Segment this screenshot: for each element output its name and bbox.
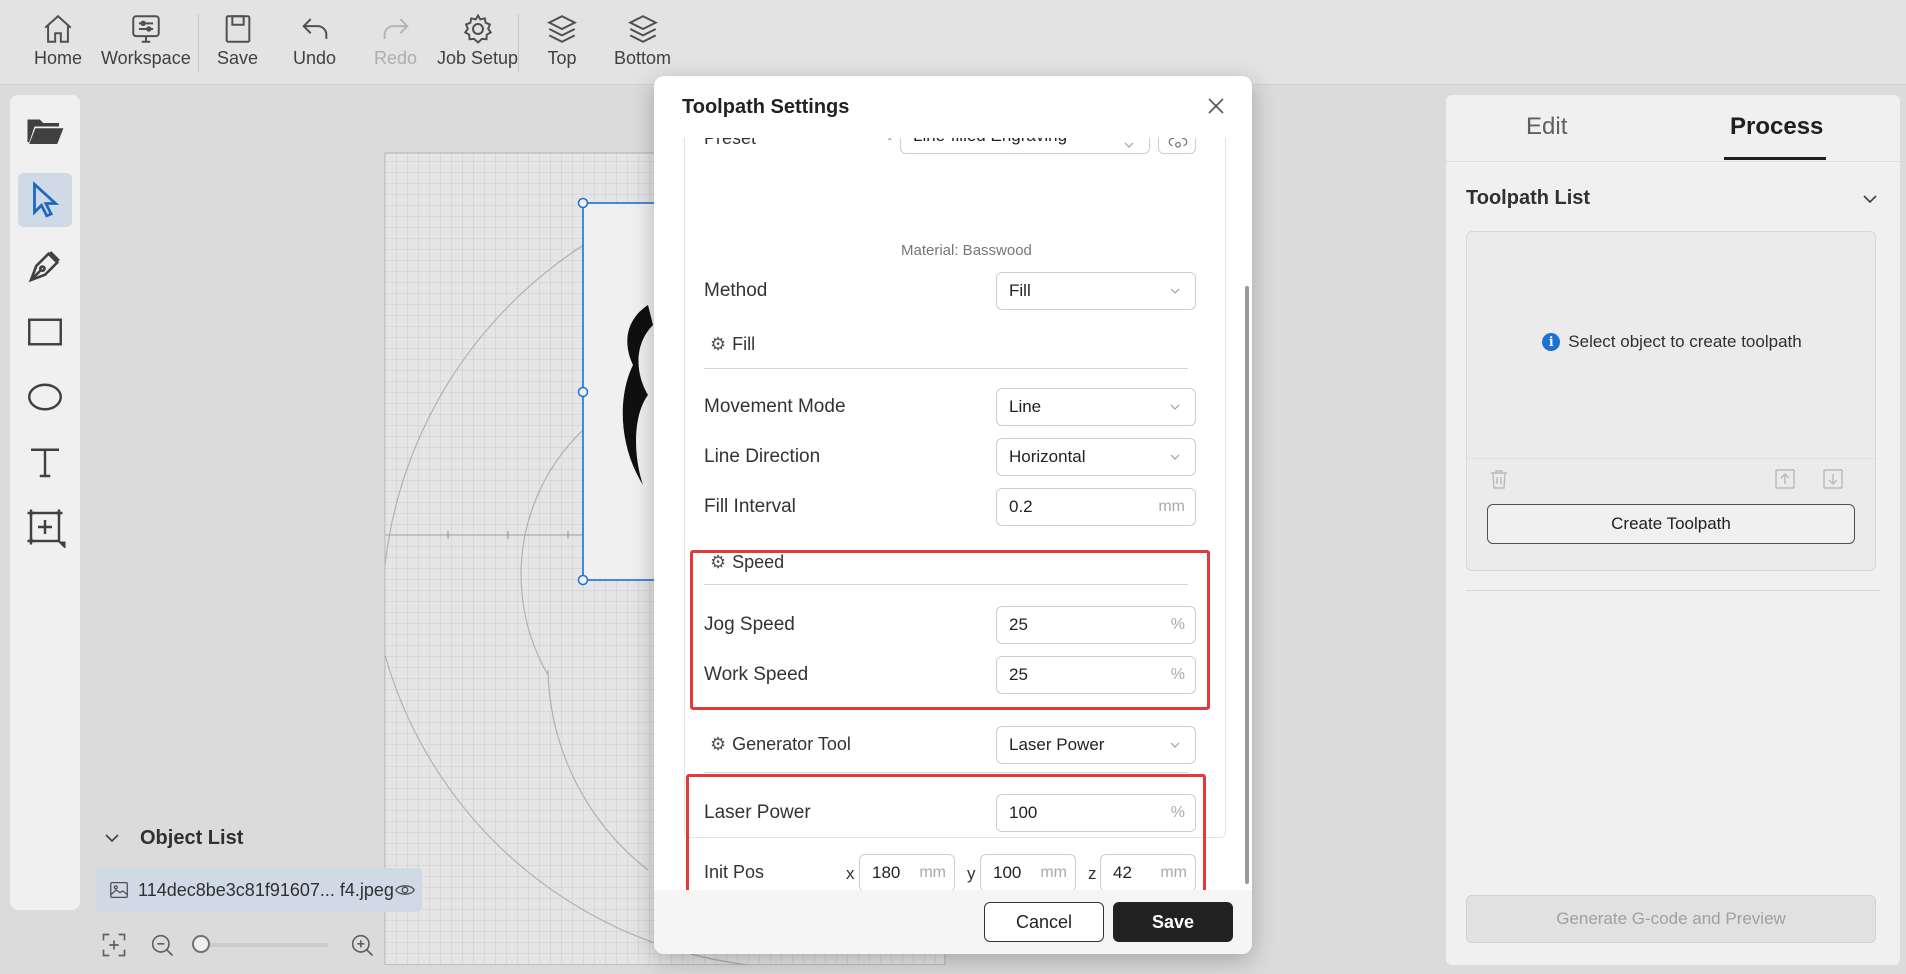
chevron-down-icon: [1170, 288, 1180, 294]
movement-mode-select[interactable]: Line: [996, 388, 1196, 426]
chevron-down-icon: [1170, 454, 1180, 460]
preset-select[interactable]: Line-filled Engraving: [900, 138, 1150, 154]
gear-icon: ⚙: [710, 334, 727, 354]
fill-interval-label: Fill Interval: [704, 496, 796, 517]
jog-speed-label: Jog Speed: [704, 614, 795, 635]
fill-interval-input[interactable]: 0.2 mm: [996, 488, 1196, 526]
cloud-settings-icon: [1168, 138, 1188, 148]
chevron-down-icon: [1170, 404, 1180, 410]
generator-tool-section-header: ⚙ Generator Tool: [710, 734, 851, 754]
method-select[interactable]: Fill: [996, 272, 1196, 310]
cancel-button[interactable]: Cancel: [984, 902, 1104, 942]
toolpath-settings-dialog: Toolpath Settings Preset * Line-filled E…: [654, 76, 1252, 954]
movement-mode-label: Movement Mode: [704, 396, 846, 417]
section-divider: [704, 772, 1188, 773]
dialog-body[interactable]: Preset * Line-filled Engraving Material:…: [654, 138, 1252, 890]
speed-section-header: ⚙ Speed: [710, 552, 785, 572]
jog-speed-input[interactable]: 25 %: [996, 606, 1196, 644]
section-divider: [704, 368, 1188, 369]
dialog-footer: Cancel Save: [654, 890, 1252, 954]
dialog-scrollbar[interactable]: [1245, 286, 1249, 884]
init-pos-label: Init Pos: [704, 862, 765, 882]
z-axis-label: z: [1088, 864, 1097, 883]
chevron-down-icon: [1124, 142, 1134, 148]
gear-icon: ⚙: [710, 552, 727, 572]
material-note: Material: Basswood: [901, 242, 1032, 259]
generator-tool-select[interactable]: Laser Power: [996, 726, 1196, 764]
fill-section-header: ⚙ Fill: [710, 334, 756, 354]
line-direction-label: Line Direction: [704, 446, 821, 467]
section-divider: [704, 584, 1188, 585]
preset-label: Preset: [704, 138, 757, 148]
line-direction-select[interactable]: Horizontal: [996, 438, 1196, 476]
init-pos-z-input[interactable]: 42 mm: [1100, 854, 1196, 890]
required-mark: *: [887, 138, 893, 148]
x-axis-label: x: [846, 864, 855, 883]
method-label: Method: [704, 280, 768, 301]
preset-manage-button[interactable]: [1158, 138, 1196, 154]
close-icon[interactable]: [1204, 94, 1228, 118]
save-button[interactable]: Save: [1113, 902, 1233, 942]
gear-icon: ⚙: [710, 734, 727, 754]
chevron-down-icon: [1170, 742, 1180, 748]
laser-power-label: Laser Power: [704, 802, 811, 823]
laser-power-input[interactable]: 100 %: [996, 794, 1196, 832]
init-pos-y-input[interactable]: 100 mm: [980, 854, 1076, 890]
work-speed-input[interactable]: 25 %: [996, 656, 1196, 694]
dialog-title: Toolpath Settings: [682, 96, 850, 118]
init-pos-x-input[interactable]: 180 mm: [859, 854, 955, 890]
work-speed-label: Work Speed: [704, 664, 809, 685]
y-axis-label: y: [967, 864, 976, 883]
